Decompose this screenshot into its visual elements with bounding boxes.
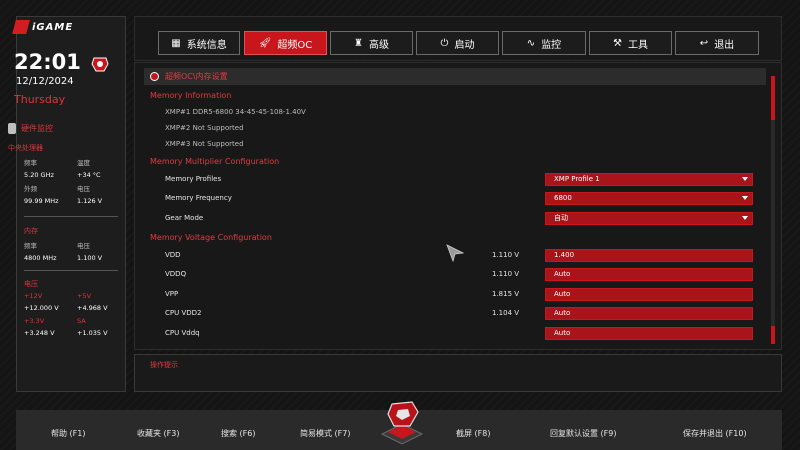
voltage-12v: +12V +12.000 V	[24, 292, 59, 312]
scrollbar-lower-indicator	[771, 326, 775, 344]
cpu-section-label: 中央处理器	[8, 144, 43, 152]
memory-profiles-select[interactable]: XMP Profile 1	[545, 173, 753, 186]
vpp-label: VPP	[165, 290, 179, 298]
cpu-voltage: 电压 1.126 V	[77, 185, 103, 205]
power-icon: ⏻	[440, 37, 449, 49]
divider	[24, 216, 118, 217]
logo-mark	[12, 20, 30, 34]
xmp2-info: XMP#2 Not Supported	[165, 124, 244, 132]
divider	[24, 270, 118, 271]
cpu-vddq-input[interactable]: Auto	[545, 327, 753, 340]
save-exit-button[interactable]: 保存并退出 (F10)	[683, 428, 747, 439]
castle-icon: ♜	[354, 37, 363, 49]
vdd-input[interactable]: 1.400	[545, 249, 753, 262]
dropdown-arrow-icon	[742, 177, 748, 181]
thermometer-icon	[8, 123, 16, 134]
memory-info-title: Memory Information	[150, 91, 232, 100]
gear-mode-label: Gear Mode	[165, 214, 204, 222]
voltage-sa: SA +1.035 V	[77, 317, 108, 337]
memory-voltage: 电压 1.100 V	[77, 242, 103, 262]
hardware-monitor-title: 硬件监控	[21, 124, 53, 133]
multiplier-config-title: Memory Multiplier Configuration	[150, 157, 280, 166]
cpu-frequency: 频率 5.20 GHz	[24, 159, 54, 179]
dropdown-arrow-icon	[742, 216, 748, 220]
cpu-vdd2-label: CPU VDD2	[165, 309, 202, 317]
vddq-label: VDDQ	[165, 270, 187, 278]
return-arrow-icon: ↩	[699, 37, 709, 49]
gear-mode-select[interactable]: 自动	[545, 212, 753, 225]
vdd-label: VDD	[165, 251, 181, 259]
xmp3-info: XMP#3 Not Supported	[165, 140, 244, 148]
help-panel-title: 操作提示	[150, 361, 178, 369]
tab-monitor[interactable]: ∿ 监控	[502, 31, 586, 55]
toolbox-icon: ⚒	[613, 37, 622, 49]
tab-exit[interactable]: ↩ 退出	[675, 31, 759, 55]
vpp-input[interactable]: Auto	[545, 288, 753, 301]
help-button[interactable]: 帮助 (F1)	[51, 428, 85, 439]
screenshot-button[interactable]: 截屏 (F8)	[456, 428, 490, 439]
back-circle-icon[interactable]	[150, 72, 159, 81]
voltage-3v3: +3.3V +3.248 V	[24, 317, 55, 337]
clock-time: 22:01	[14, 50, 81, 74]
logo-text: iGAME	[32, 21, 74, 33]
scrollbar-thumb[interactable]	[771, 76, 775, 120]
rocket-icon: 🚀︎	[258, 37, 272, 49]
vddq-current: 1.110 V	[492, 270, 520, 278]
vddq-input[interactable]: Auto	[545, 268, 753, 281]
cpu-temperature: 温度 +34 °C	[77, 159, 101, 179]
clock-weekday: Thursday	[14, 93, 66, 106]
memory-frequency-label: Memory Frequency	[165, 194, 232, 202]
voltage-5v: +5V +4.968 V	[77, 292, 108, 312]
center-brand-emblem-icon	[380, 401, 424, 445]
help-panel	[134, 354, 782, 392]
tab-tools[interactable]: ⚒ 工具	[589, 31, 672, 55]
favorites-button[interactable]: 收藏夹 (F3)	[137, 428, 179, 439]
easy-mode-button[interactable]: 简易模式 (F7)	[300, 428, 350, 439]
cpu-vddq-label: CPU Vddq	[165, 329, 200, 337]
vpp-current: 1.815 V	[492, 290, 520, 298]
memory-section-label: 内存	[24, 227, 38, 235]
search-button[interactable]: 搜索 (F6)	[221, 428, 255, 439]
brand-logo: iGAME	[12, 20, 74, 34]
voltage-config-title: Memory Voltage Configuration	[150, 233, 272, 242]
cpu-vdd2-input[interactable]: Auto	[545, 307, 753, 320]
xmp1-info: XMP#1 DDR5-6800 34-45-45-108-1.40V	[165, 108, 306, 116]
clock-date: 12/12/2024	[16, 76, 74, 87]
monitor-wave-icon: ∿	[526, 37, 536, 49]
mascot-icon	[91, 57, 109, 72]
hardware-monitor-header: 硬件监控	[8, 123, 53, 134]
breadcrumb-text: 超频OC\内存设置	[165, 72, 228, 81]
vdd-current: 1.110 V	[492, 251, 520, 259]
mouse-cursor-icon	[446, 244, 464, 262]
voltage-section-label: 电压	[24, 280, 38, 288]
tab-overclock[interactable]: 🚀︎ 超频OC	[244, 31, 327, 55]
tab-system-info[interactable]: ▦ 系统信息	[158, 31, 240, 55]
cpu-vdd2-current: 1.104 V	[492, 309, 520, 317]
breadcrumb: 超频OC\内存设置	[144, 68, 766, 85]
restore-defaults-button[interactable]: 回复默认设置 (F9)	[550, 428, 616, 439]
memory-frequency-select[interactable]: 6800	[545, 192, 753, 205]
tab-boot[interactable]: ⏻ 启动	[416, 31, 499, 55]
dropdown-arrow-icon	[742, 196, 748, 200]
tab-advanced[interactable]: ♜ 高级	[330, 31, 413, 55]
memory-frequency: 频率 4800 MHz	[24, 242, 57, 262]
memory-profiles-label: Memory Profiles	[165, 175, 222, 183]
grid-icon: ▦	[171, 37, 181, 49]
cpu-bclk: 外频 99.99 MHz	[24, 185, 59, 205]
